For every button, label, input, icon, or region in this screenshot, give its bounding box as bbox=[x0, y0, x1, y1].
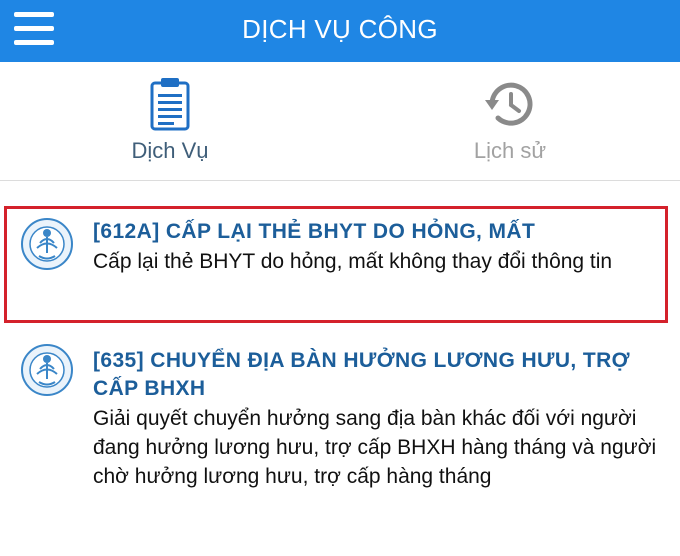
service-description: Cấp lại thẻ BHYT do hỏng, mất không thay… bbox=[93, 250, 613, 273]
service-description: Giải quyết chuyển hưởng sang địa bàn khá… bbox=[93, 407, 657, 488]
app-header: DỊCH VỤ CÔNG bbox=[0, 0, 680, 62]
bhxh-logo-icon bbox=[21, 344, 73, 396]
tab-history-label: Lịch sử bbox=[473, 138, 547, 163]
tab-services-label: Dịch Vụ bbox=[131, 138, 209, 163]
tab-bar: Dịch Vụ Lịch sử bbox=[0, 62, 680, 181]
tab-services[interactable]: Dịch Vụ bbox=[0, 62, 340, 180]
service-title: [635] CHUYỂN ĐỊA BÀN HƯỞNG LƯƠNG HƯU, TR… bbox=[93, 349, 630, 400]
app-screen: DỊCH VỤ CÔNG Dịch Vụ Lịch sử [612A] CẤP … bbox=[0, 0, 680, 556]
service-text: [612A] CẤP LẠI THẺ BHYT DO HỎNG, MẤT Cấp… bbox=[93, 218, 663, 276]
tab-history[interactable]: Lịch sử bbox=[340, 62, 680, 180]
page-title: DỊCH VỤ CÔNG bbox=[242, 14, 438, 44]
service-item-612a[interactable]: [612A] CẤP LẠI THẺ BHYT DO HỎNG, MẤT Cấp… bbox=[0, 205, 680, 325]
clipboard-icon bbox=[150, 78, 190, 131]
bhxh-logo-icon bbox=[21, 218, 73, 270]
service-item-635[interactable]: [635] CHUYỂN ĐỊA BÀN HƯỞNG LƯƠNG HƯU, TR… bbox=[0, 343, 680, 543]
service-text: [635] CHUYỂN ĐỊA BÀN HƯỞNG LƯƠNG HƯU, TR… bbox=[93, 347, 663, 491]
service-title: [612A] CẤP LẠI THẺ BHYT DO HỎNG, MẤT bbox=[93, 220, 536, 243]
history-icon bbox=[485, 82, 533, 126]
